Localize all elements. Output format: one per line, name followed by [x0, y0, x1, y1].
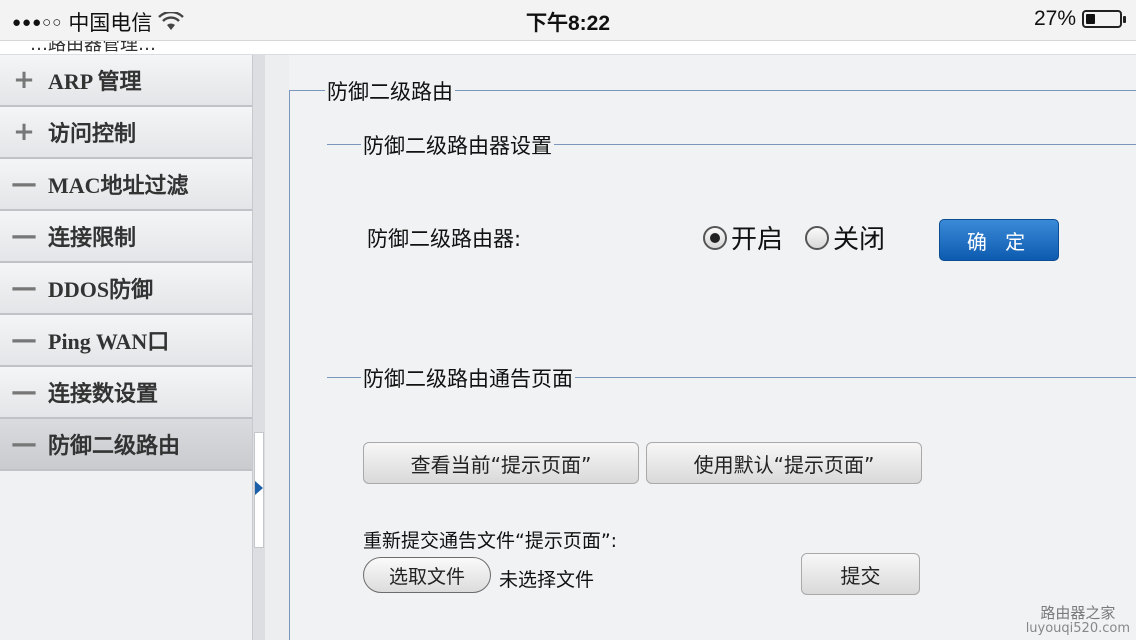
header-strip: …路由器管理…: [0, 41, 1136, 55]
use-default-page-button[interactable]: 使用默认“提示页面”: [646, 442, 922, 484]
status-time: 下午8:22: [525, 12, 611, 35]
no-file-selected-text: 未选择文件: [499, 569, 595, 591]
main-content: 防御二级路由 防御二级路由器设置 防御二级路由器: 开启 关闭 确 定 防御二级…: [289, 55, 1136, 640]
header-truncated-text: …路由器管理…: [30, 41, 156, 55]
choose-file-button[interactable]: 选取文件: [363, 557, 491, 593]
status-bar: ●●●○○ 中国电信 下午8:22 27%: [0, 0, 1136, 41]
sidebar-item-access-control[interactable]: + 访问控制: [0, 107, 252, 159]
page-title: 防御二级路由: [325, 76, 455, 106]
sidebar-item-connection-limit[interactable]: — 连接限制: [0, 211, 252, 263]
status-right: 27%: [1033, 7, 1126, 31]
resubmit-label: 重新提交通告文件“提示页面”:: [363, 530, 618, 552]
minus-icon: —: [11, 325, 37, 355]
plus-icon: +: [13, 65, 35, 95]
sidebar-item-mac-filter[interactable]: — MAC地址过滤: [0, 159, 252, 211]
sidebar-item-label: MAC地址过滤: [48, 173, 189, 198]
radio-enable-label: 开启: [731, 225, 784, 255]
sidebar-item-label: 连接限制: [48, 225, 137, 250]
chevron-right-icon: [255, 481, 263, 495]
sidebar-item-label: 防御二级路由: [48, 433, 181, 458]
sidebar-item-ddos[interactable]: — DDOS防御: [0, 263, 252, 315]
confirm-button[interactable]: 确 定: [939, 219, 1059, 261]
radio-enable[interactable]: [703, 225, 727, 250]
battery-fill: [1086, 14, 1095, 24]
router-defense-label: 防御二级路由器:: [367, 227, 522, 251]
notice-legend: 防御二级路由通告页面: [361, 363, 575, 393]
sidebar-item-label: Ping WAN口: [48, 329, 170, 354]
sidebar-divider: [253, 55, 265, 640]
minus-icon: —: [11, 169, 37, 199]
watermark-title: 路由器之家: [1040, 604, 1116, 622]
radio-disable[interactable]: [805, 225, 830, 250]
submit-button[interactable]: 提交: [801, 553, 920, 595]
content-gutter: [265, 55, 289, 640]
minus-icon: —: [11, 221, 37, 251]
minus-icon: —: [11, 273, 37, 303]
plus-icon: +: [13, 117, 35, 147]
sidebar-item-label: DDOS防御: [48, 277, 154, 302]
watermark: 路由器之家 luyouqi520.com: [1025, 604, 1130, 637]
sidebar-item-label: 连接数设置: [48, 381, 159, 406]
sidebar-item-arp[interactable]: + ARP 管理: [0, 55, 252, 107]
sidebar-item-label: ARP 管理: [48, 69, 142, 94]
sidebar-item-label: 访问控制: [48, 121, 137, 146]
battery-icon: [1082, 10, 1126, 28]
sidebar: + ARP 管理 + 访问控制 — MAC地址过滤 — 连接限制 — DDOS防…: [0, 55, 253, 640]
sidebar-item-connection-count[interactable]: — 连接数设置: [0, 367, 252, 419]
sidebar-item-secondary-router-defense[interactable]: — 防御二级路由: [0, 419, 252, 471]
minus-icon: —: [11, 377, 37, 407]
radio-selected-dot: [710, 232, 720, 243]
minus-icon: —: [11, 429, 37, 459]
battery-percent: 27%: [1033, 7, 1076, 30]
sidebar-collapse-handle[interactable]: [254, 432, 264, 548]
router-defense-radio-group: 开启 关闭: [703, 219, 907, 256]
settings-legend: 防御二级路由器设置: [361, 130, 554, 160]
outer-frame-left: [289, 90, 290, 640]
view-current-page-button[interactable]: 查看当前“提示页面”: [363, 442, 639, 484]
sidebar-item-ping-wan[interactable]: — Ping WAN口: [0, 315, 252, 367]
radio-disable-label: 关闭: [833, 225, 886, 255]
watermark-url: luyouqi520.com: [1025, 621, 1130, 636]
